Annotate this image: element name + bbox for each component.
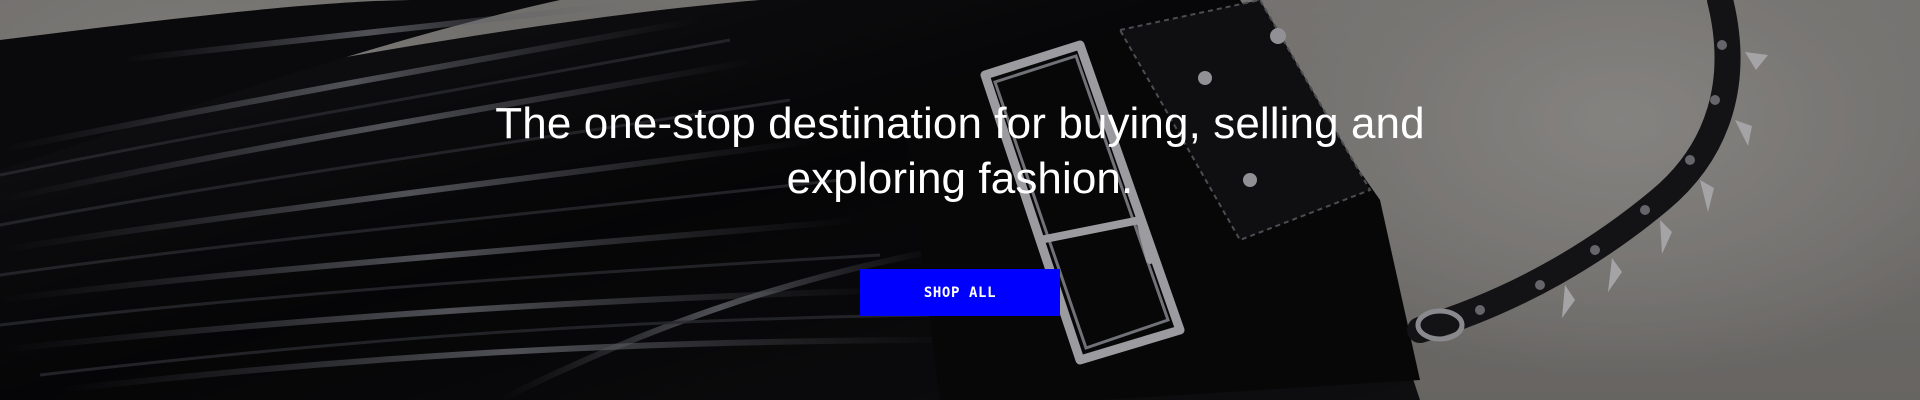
hero-headline: The one-stop destination for buying, sel… xyxy=(495,99,1425,203)
hero-banner: The one-stop destination for buying, sel… xyxy=(0,0,1920,400)
hero-content: The one-stop destination for buying, sel… xyxy=(0,0,1920,400)
shop-all-button[interactable]: SHOP ALL xyxy=(860,269,1060,316)
